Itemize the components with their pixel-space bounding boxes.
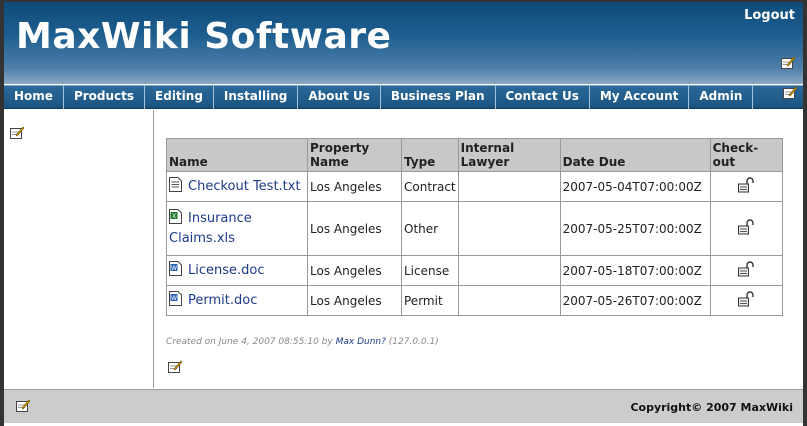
name-cell: W License.doc <box>166 255 308 286</box>
type-cell: Other <box>401 201 459 256</box>
table-row: Checkout Test.txt Los Angeles Contract 2… <box>166 171 783 202</box>
edit-icon[interactable] <box>10 126 24 139</box>
word-file-icon: W <box>169 290 182 306</box>
svg-text:W: W <box>171 265 177 272</box>
copyright-text: Copyright© 2007 MaxWiki <box>630 401 793 414</box>
checkout-cell <box>709 171 783 202</box>
table-row: X Insurance Claims.xls Los Angeles Other… <box>166 201 783 256</box>
nav-about-us[interactable]: About Us <box>298 85 381 109</box>
unlock-icon[interactable] <box>736 177 756 193</box>
header-internal-lawyer[interactable]: Internal Lawyer <box>457 138 561 172</box>
edit-icon[interactable] <box>16 399 30 412</box>
internal-lawyer-cell <box>457 255 561 286</box>
file-link[interactable]: Permit.doc <box>188 293 257 308</box>
nav-business-plan[interactable]: Business Plan <box>381 85 496 109</box>
nav-installing[interactable]: Installing <box>214 85 299 109</box>
table-row: W License.doc Los Angeles License 2007-0… <box>166 255 783 286</box>
header-date-due[interactable]: Date Due <box>559 138 711 172</box>
file-link[interactable]: License.doc <box>188 263 265 278</box>
date-due-cell: 2007-05-18T07:00:00Z <box>559 255 711 286</box>
internal-lawyer-cell <box>457 201 561 256</box>
word-file-icon: W <box>169 260 182 276</box>
property-name-cell: Los Angeles <box>307 285 402 316</box>
checkout-cell <box>709 255 783 286</box>
name-cell: W Permit.doc <box>166 285 308 316</box>
internal-lawyer-cell <box>457 285 561 316</box>
date-due-cell: 2007-05-26T07:00:00Z <box>559 285 711 316</box>
unlock-icon[interactable] <box>736 291 756 307</box>
name-cell: X Insurance Claims.xls <box>166 201 308 256</box>
site-header: MaxWiki Software Logout <box>4 2 803 84</box>
checkout-cell <box>709 201 783 256</box>
sidebar <box>4 110 154 388</box>
type-cell: Permit <box>401 285 459 316</box>
created-info: Created on June 4, 2007 08:55:10 by Max … <box>166 337 439 347</box>
name-cell: Checkout Test.txt <box>166 171 308 202</box>
property-name-cell: Los Angeles <box>307 255 402 286</box>
svg-text:X: X <box>172 213 176 220</box>
header-type[interactable]: Type <box>401 138 459 172</box>
checkout-cell <box>709 285 783 316</box>
date-due-cell: 2007-05-25T07:00:00Z <box>559 201 711 256</box>
nav-home[interactable]: Home <box>4 85 64 109</box>
unlock-icon[interactable] <box>736 219 756 235</box>
nav-products[interactable]: Products <box>64 85 146 109</box>
type-cell: Contract <box>401 171 459 202</box>
documents-table: Name Property Name Type Internal Lawyer … <box>166 138 783 316</box>
table-row: W Permit.doc Los Angeles Permit 2007-05-… <box>166 285 783 316</box>
table-header-row: Name Property Name Type Internal Lawyer … <box>166 138 783 172</box>
type-cell: License <box>401 255 459 286</box>
edit-icon[interactable] <box>168 360 182 373</box>
header-property-name[interactable]: Property Name <box>307 138 402 172</box>
edit-icon[interactable] <box>781 56 795 69</box>
nav-contact-us[interactable]: Contact Us <box>496 85 590 109</box>
excel-file-icon: X <box>169 208 182 224</box>
nav-admin[interactable]: Admin <box>689 85 754 109</box>
nav-my-account[interactable]: My Account <box>590 85 690 109</box>
author-link[interactable]: Max Dunn? <box>336 337 386 347</box>
unlock-icon[interactable] <box>736 261 756 277</box>
file-link[interactable]: Checkout Test.txt <box>188 179 301 194</box>
date-due-cell: 2007-05-04T07:00:00Z <box>559 171 711 202</box>
property-name-cell: Los Angeles <box>307 171 402 202</box>
main-content: Name Property Name Type Internal Lawyer … <box>166 138 783 316</box>
logout-link[interactable]: Logout <box>744 8 795 23</box>
ip-address: (127.0.0.1) <box>385 337 439 347</box>
created-prefix: Created on June 4, 2007 08:55:10 by <box>166 337 336 347</box>
header-checkout[interactable]: Check-out <box>709 138 783 172</box>
header-name[interactable]: Name <box>166 138 308 172</box>
main-nav: Home Products Editing Installing About U… <box>4 85 803 109</box>
edit-icon[interactable] <box>783 86 797 99</box>
svg-text:W: W <box>171 295 177 302</box>
internal-lawyer-cell <box>457 171 561 202</box>
nav-editing[interactable]: Editing <box>145 85 214 109</box>
footer: Copyright© 2007 MaxWiki <box>4 389 803 423</box>
text-file-icon <box>169 176 182 192</box>
site-title: MaxWiki Software <box>16 16 392 57</box>
property-name-cell: Los Angeles <box>307 201 402 256</box>
